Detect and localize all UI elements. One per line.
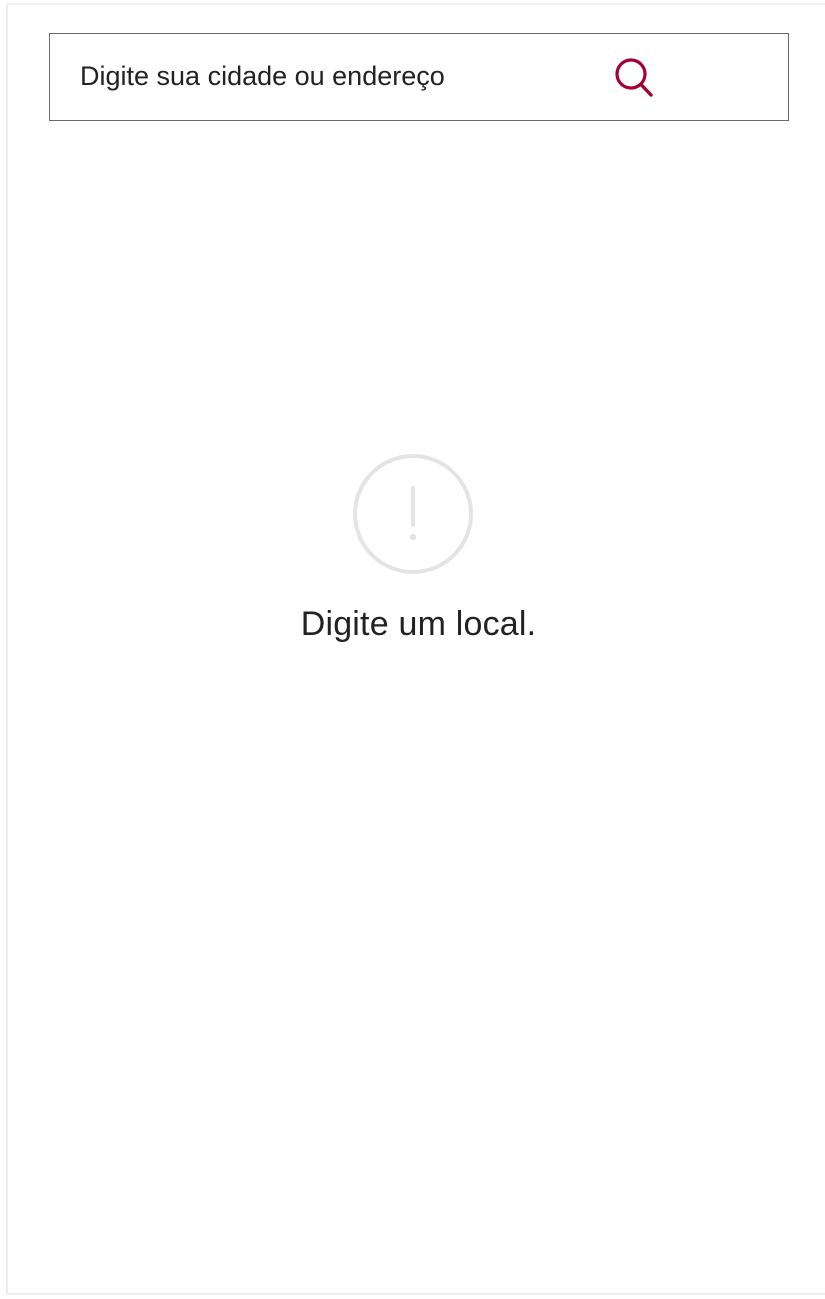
search-icon (610, 54, 658, 102)
search-button[interactable] (610, 54, 658, 102)
empty-state: Digite um local. (0, 452, 825, 644)
store-locator-panel (6, 3, 825, 1295)
empty-state-message: Digite um local. (300, 605, 537, 643)
location-search-bar (49, 33, 789, 121)
exclamation-circle-icon (351, 452, 475, 576)
location-search-input[interactable] (80, 34, 600, 119)
